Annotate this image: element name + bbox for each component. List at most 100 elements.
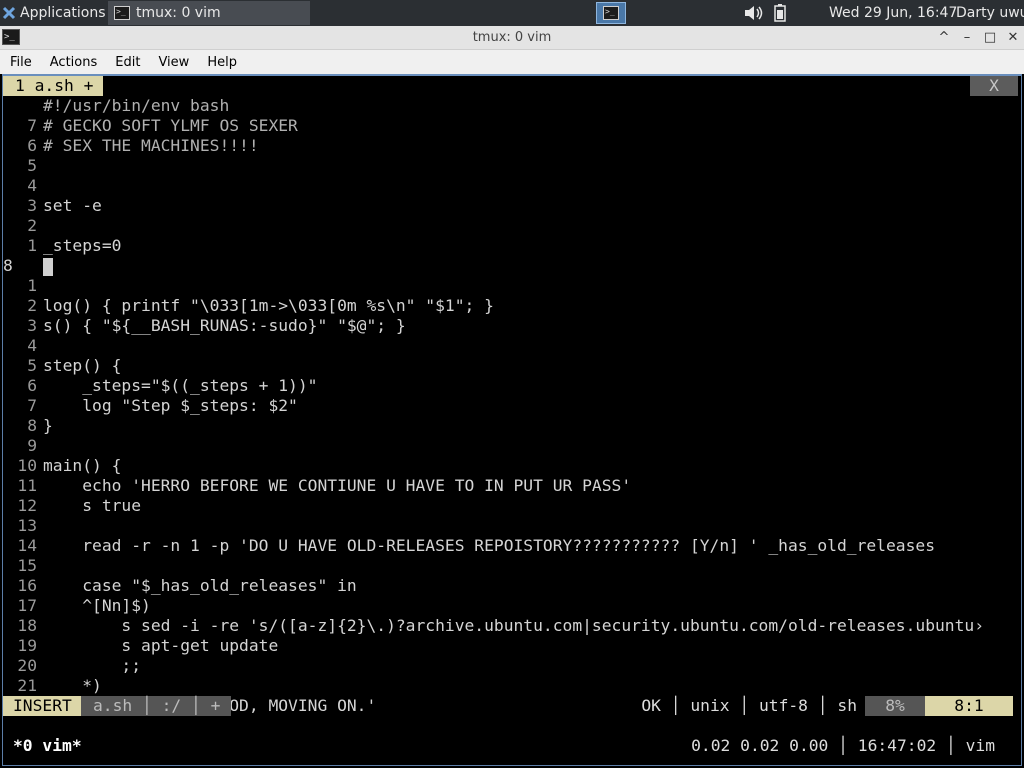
code-line[interactable]: 16 case "$_has_old_releases" in <box>3 576 357 596</box>
vim-file-info: OK │ unix │ utf-8 │ sh <box>641 696 857 715</box>
code-line[interactable]: 21 *) <box>3 676 102 696</box>
line-number: 11 <box>17 476 37 495</box>
workspace-switcher[interactable]: >_ <box>596 2 626 24</box>
line-number: 6 <box>27 376 37 395</box>
code-text: step() { <box>43 356 122 375</box>
window-minimize-button[interactable]: ^ <box>935 29 953 47</box>
line-number: 14 <box>17 536 37 555</box>
code-line[interactable]: 17 ^[Nn]$) <box>3 596 151 616</box>
code-text: log "Step $_steps: $2" <box>43 396 298 415</box>
code-line[interactable]: 9 <box>3 436 43 456</box>
line-number: 16 <box>17 576 37 595</box>
code-line[interactable]: 8} <box>3 416 53 436</box>
line-number: 12 <box>17 496 37 515</box>
volume-icon[interactable] <box>744 5 764 21</box>
code-line[interactable]: #!/usr/bin/env bash <box>3 96 229 116</box>
applications-menu[interactable]: Applications <box>0 0 106 26</box>
code-text: main() { <box>43 456 122 475</box>
code-text: case "$_has_old_releases" in <box>43 576 357 595</box>
line-number: 8 <box>3 256 13 275</box>
code-line[interactable]: 7 log "Step $_steps: $2" <box>3 396 298 416</box>
code-line[interactable]: 2 log() { printf "\033[1m->\033[0m %s\n" … <box>3 296 494 316</box>
code-line[interactable]: 4 <box>3 176 43 196</box>
code-text: ^[Nn]$) <box>43 596 151 615</box>
code-text: s true <box>43 496 142 515</box>
line-number: 13 <box>17 516 37 535</box>
tmux-window-label[interactable]: *0 vim* <box>13 736 82 756</box>
line-number: 1 <box>27 236 37 255</box>
code-text: *) <box>43 676 102 695</box>
window-maximize-button[interactable]: □ <box>981 29 999 47</box>
vim-tab-close-button[interactable]: X <box>970 76 1018 96</box>
code-line[interactable]: 1 <box>3 276 43 296</box>
code-line[interactable]: 10 main() { <box>3 456 121 476</box>
code-line[interactable]: 3 s() { "${__BASH_RUNAS:-sudo}" "$@"; } <box>3 316 406 336</box>
menu-help[interactable]: Help <box>198 55 246 70</box>
code-line[interactable]: 4 <box>3 336 43 356</box>
menu-edit[interactable]: Edit <box>106 55 149 70</box>
menu-view[interactable]: View <box>149 55 198 70</box>
tmux-statusbar: *0 vim* 0.02 0.02 0.00 │ 16:47:02 │ vim <box>3 736 1021 756</box>
line-number: 8 <box>27 416 37 435</box>
line-number: 5 <box>27 156 37 175</box>
window-title: tmux: 0 vim <box>472 30 552 45</box>
code-line[interactable]: 5 <box>3 156 43 176</box>
code-line[interactable]: 6 # SEX THE MACHINES!!!! <box>3 136 259 156</box>
code-text: log() { printf "\033[1m->\033[0m %s\n" "… <box>43 296 494 315</box>
code-line[interactable]: 15 <box>3 556 43 576</box>
code-text: # SEX THE MACHINES!!!! <box>43 136 259 155</box>
text-cursor <box>43 257 53 276</box>
line-number: 10 <box>17 456 37 475</box>
code-text: s sed -i -re 's/([a-z]{2}\.)?archive.ubu… <box>43 616 985 635</box>
line-number: 3 <box>27 196 37 215</box>
code-text: read -r -n 1 -p 'DO U HAVE OLD-RELEASES … <box>43 536 935 555</box>
code-line[interactable]: 5 step() { <box>3 356 121 376</box>
menu-actions[interactable]: Actions <box>41 55 107 70</box>
code-line[interactable]: 2 <box>3 216 43 236</box>
code-line[interactable]: 6 _steps="$((_steps + 1))" <box>3 376 317 396</box>
code-line[interactable]: 20 ;; <box>3 656 141 676</box>
taskbar-item-tmux[interactable]: >_ tmux: 0 vim <box>108 1 310 25</box>
vim-tab-a-sh[interactable]: 1 a.sh + <box>3 76 104 96</box>
code-text: set -e <box>43 196 102 215</box>
line-number: 2 <box>27 296 37 315</box>
code-text: # GECKO SOFT YLMF OS SEXER <box>43 116 298 135</box>
code-line[interactable]: 19 s apt-get update <box>3 636 278 656</box>
taskbar-item-label: tmux: 0 vim <box>136 5 221 21</box>
system-tray <box>744 0 786 26</box>
vim-mode-indicator: INSERT <box>3 696 91 716</box>
window-titlebar[interactable]: >_ tmux: 0 vim ^ – □ ✕ <box>0 26 1024 50</box>
line-number: 1 <box>27 276 37 295</box>
code-line[interactable]: 11 echo 'HERRO BEFORE WE CONTIUNE U HAVE… <box>3 476 631 496</box>
line-number: 7 <box>27 116 37 135</box>
line-number: 4 <box>27 336 37 355</box>
code-line[interactable]: 1 _steps=0 <box>3 236 121 256</box>
code-line[interactable]: 12 s true <box>3 496 141 516</box>
menu-file[interactable]: File <box>0 55 41 70</box>
code-line[interactable]: 13 <box>3 516 43 536</box>
code-line[interactable]: 14 read -r -n 1 -p 'DO U HAVE OLD-RELEAS… <box>3 536 935 556</box>
code-line[interactable]: 8 <box>3 256 53 276</box>
code-line[interactable]: 7 # GECKO SOFT YLMF OS SEXER <box>3 116 298 136</box>
window-shade-button[interactable]: – <box>958 29 976 47</box>
line-number: 15 <box>17 556 37 575</box>
terminal-area[interactable]: 1 a.sh + X #!/usr/bin/env bash 7 # GECKO S… <box>2 74 1022 766</box>
code-line[interactable]: 3 set -e <box>3 196 102 216</box>
clock[interactable]: Wed 29 Jun, 16:47 <box>829 0 957 26</box>
line-number: 17 <box>17 596 37 615</box>
terminal-icon: >_ <box>603 6 619 20</box>
terminal-icon: >_ <box>114 6 130 20</box>
line-number: 20 <box>17 656 37 675</box>
battery-icon[interactable] <box>774 4 786 22</box>
line-number: 21 <box>17 676 37 695</box>
line-number: 7 <box>27 396 37 415</box>
user-menu[interactable]: Darty uwu <box>956 0 1024 26</box>
line-number: 9 <box>27 436 37 455</box>
code-line[interactable]: 18 s sed -i -re 's/([a-z]{2}\.)?archive.… <box>3 616 984 636</box>
code-text: echo 'HERRO BEFORE WE CONTIUNE U HAVE TO… <box>43 476 632 495</box>
line-number: 19 <box>17 636 37 655</box>
window-close-button[interactable]: ✕ <box>1004 29 1022 47</box>
top-panel: Applications >_ tmux: 0 vim >_ Wed 29 Ju… <box>0 0 1024 26</box>
xfce-logo-icon <box>2 6 16 20</box>
code-text: _steps=0 <box>43 236 122 255</box>
